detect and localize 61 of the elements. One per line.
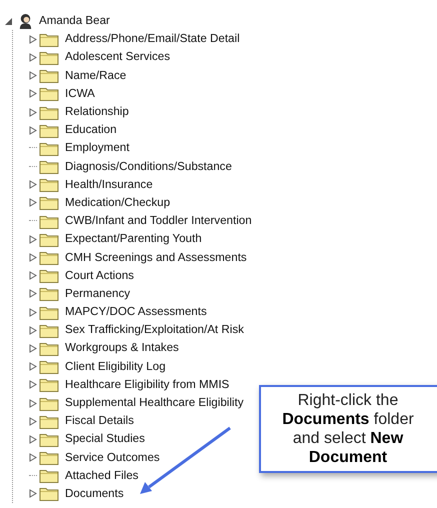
tree-item-label[interactable]: Court Actions [65, 268, 134, 283]
tree-item-label[interactable]: Address/Phone/Email/State Detail [65, 32, 240, 46]
folder-icon [39, 450, 59, 466]
folder-icon [39, 122, 59, 138]
tree-item-label[interactable]: Diagnosis/Conditions/Substance [65, 160, 232, 174]
folder-icon [39, 104, 59, 120]
folder-icon [39, 396, 59, 411]
expand-icon[interactable] [29, 489, 37, 498]
folder-icon [39, 195, 59, 210]
tree-item-label[interactable]: Relationship [65, 105, 129, 120]
folder-icon [39, 232, 59, 247]
tree-item-label[interactable]: Health/Insurance [65, 178, 153, 192]
tree-item-label[interactable]: Sex Trafficking/Exploitation/At Risk [65, 323, 244, 338]
folder-icon [39, 32, 59, 47]
tree-item-label[interactable]: Education [65, 123, 117, 138]
tree-item-label[interactable]: Name/Race [65, 68, 126, 83]
collapse-icon[interactable] [5, 16, 13, 26]
tree-item-label[interactable]: Amanda Bear [39, 14, 110, 28]
callout-text: Right-click the Documents folder and select New Document [281, 391, 415, 467]
tree-item-label[interactable]: Special Studies [65, 432, 145, 446]
tree-item-label[interactable]: Adolescent Services [65, 50, 170, 64]
tree-item-label[interactable]: CMH Screenings and Assessments [65, 250, 247, 265]
folder-icon [39, 340, 59, 356]
tree-connector [29, 220, 37, 222]
tree-item-label[interactable]: Attached Files [65, 468, 138, 483]
tree-item-label[interactable]: Workgroups & Intakes [65, 341, 179, 356]
folder-icon [39, 377, 59, 392]
folder-icon [39, 414, 59, 429]
tree-item-label[interactable]: Supplemental Healthcare Eligibility [65, 396, 244, 410]
tree-item-label[interactable]: ICWA [65, 86, 95, 101]
tree-item-label[interactable]: MAPCY/DOC Assessments [65, 305, 207, 320]
tree-item-label[interactable]: Permanency [65, 286, 130, 301]
person-icon [18, 12, 33, 30]
folder-icon [39, 359, 59, 374]
folder-icon [39, 50, 59, 65]
folder-icon [39, 486, 59, 502]
folder-icon [39, 304, 59, 320]
folder-icon [39, 177, 59, 192]
folder-icon [39, 159, 59, 174]
tree-item-label[interactable]: Expectant/Parenting Youth [65, 232, 202, 246]
folder-icon [39, 322, 59, 338]
tree-item-label[interactable]: Service Outcomes [65, 450, 160, 465]
folder-icon [39, 250, 59, 266]
folder-icon [39, 468, 59, 484]
folder-icon [39, 214, 59, 229]
folder-icon [39, 86, 59, 102]
folder-icon [39, 432, 59, 447]
tree-connector [29, 474, 37, 477]
tree-item-label[interactable]: Employment [65, 141, 130, 156]
tree-item-label[interactable]: Client Eligibility Log [65, 360, 166, 374]
folder-icon [39, 268, 59, 284]
folder-icon [39, 68, 59, 84]
tree-item-label[interactable]: Documents [65, 486, 124, 501]
tree-connector [29, 147, 37, 150]
tree-connector [29, 166, 37, 168]
tree-item-label[interactable]: Fiscal Details [65, 414, 134, 428]
tree-item-label[interactable]: Healthcare Eligibility from MMIS [65, 378, 230, 392]
folder-icon [39, 286, 59, 302]
tree-item-label[interactable]: Medication/Checkup [65, 196, 170, 210]
folder-icon [39, 140, 59, 156]
tree-item-label[interactable]: CWB/Infant and Toddler Intervention [65, 214, 252, 228]
